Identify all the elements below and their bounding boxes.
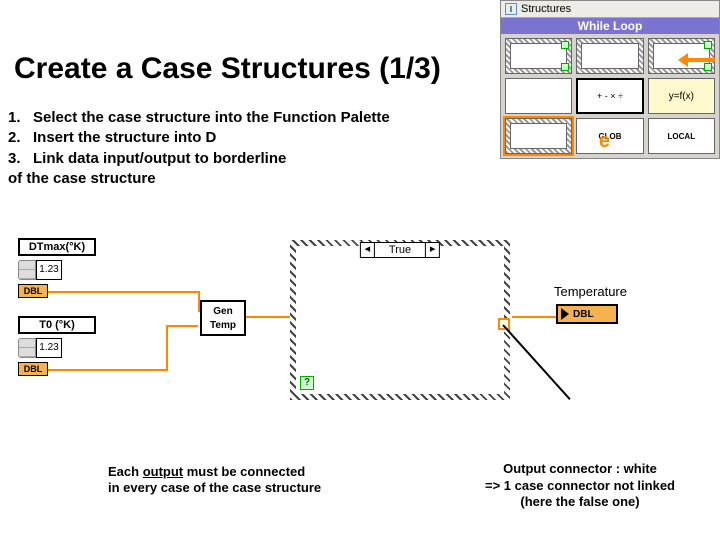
instruction-1: 1. Select the case structure into the Fu… (8, 108, 390, 128)
palette-item-for-loop[interactable] (576, 38, 643, 74)
palette-item-formula[interactable]: + - × ÷ (576, 78, 643, 114)
wire (48, 369, 166, 371)
palette-item-local[interactable]: LOCAL (648, 118, 715, 154)
instruction-3: 3. Link data input/output to borderline (8, 149, 390, 169)
caption-left: Each output must be connected in every c… (108, 464, 368, 497)
control-label-t0: T0 (°K) (18, 316, 96, 334)
control-dtmax-value: 1.23 (36, 260, 62, 280)
annotation-line (502, 324, 570, 400)
case-selector[interactable]: ◂ True ▸ (360, 242, 440, 258)
subvi-gen-temp[interactable]: Gen Temp (200, 300, 246, 336)
case-structure-frame: ◂ True ▸ ? (296, 246, 504, 394)
indicator-label-temperature: Temperature (554, 284, 627, 299)
wire (166, 325, 198, 327)
caption-left-l1a: Each (108, 464, 143, 479)
instruction-2: 2. Insert the structure into D (8, 128, 390, 148)
palette-titlebar: Structures (501, 1, 719, 18)
palette-item-sequence[interactable] (648, 38, 715, 74)
caption-left-l1b: output (143, 464, 183, 479)
control-label-dtmax: DTmax(°K) (18, 238, 96, 256)
case-structure[interactable]: ◂ True ▸ ? (290, 240, 510, 400)
case-selector-terminal[interactable]: ? (300, 376, 314, 390)
caption-left-l2: in every case of the case structure (108, 480, 321, 495)
dbl-badge: DBL (18, 284, 48, 298)
wire (166, 325, 168, 371)
instruction-tail: of the case structure (8, 169, 390, 189)
caption-left-l1c: must be connected (183, 464, 305, 479)
palette-title-text: Structures (521, 3, 571, 15)
wire (246, 316, 290, 318)
pin-icon[interactable] (505, 3, 517, 15)
case-next-arrow[interactable]: ▸ (425, 243, 439, 257)
caption-right-l1: Output connector : white (503, 461, 657, 476)
case-value[interactable]: True (375, 244, 425, 256)
selection-marker: e (599, 130, 610, 153)
wire (512, 316, 556, 318)
palette-grid: + - × ÷ y=f(x) GLOB LOCAL (501, 34, 719, 158)
palette-item-expression[interactable]: y=f(x) (648, 78, 715, 114)
control-t0-value: 1.23 (36, 338, 62, 358)
wire (48, 291, 198, 293)
palette-item-while-loop[interactable] (505, 38, 572, 74)
page-title: Create a Case Structures (1/3) (14, 52, 441, 86)
palette-item-flat-sequence[interactable] (505, 78, 572, 114)
palette-banner: While Loop (501, 18, 719, 34)
caption-right: Output connector : white => 1 case conne… (462, 461, 698, 510)
case-prev-arrow[interactable]: ◂ (361, 243, 375, 257)
caption-right-l3: (here the false one) (520, 494, 639, 509)
instruction-list: 1. Select the case structure into the Fu… (8, 108, 390, 189)
caption-right-l2: => 1 case connector not linked (485, 478, 675, 493)
structures-palette: Structures While Loop + - × ÷ y=f(x) GLO… (500, 0, 720, 159)
control-t0[interactable]: 1.23 (18, 338, 62, 358)
dbl-badge: DBL (18, 362, 48, 376)
indicator-arrow-icon (561, 308, 569, 320)
palette-item-case-structure[interactable] (505, 118, 572, 154)
stepper-icon[interactable] (18, 338, 36, 358)
block-diagram: DTmax(°K) 1.23 DBL T0 (°K) 1.23 DBL Gen … (0, 230, 720, 440)
indicator-temperature: DBL (556, 304, 618, 324)
control-dtmax[interactable]: 1.23 (18, 260, 62, 280)
dbl-badge: DBL (573, 309, 594, 320)
stepper-icon[interactable] (18, 260, 36, 280)
